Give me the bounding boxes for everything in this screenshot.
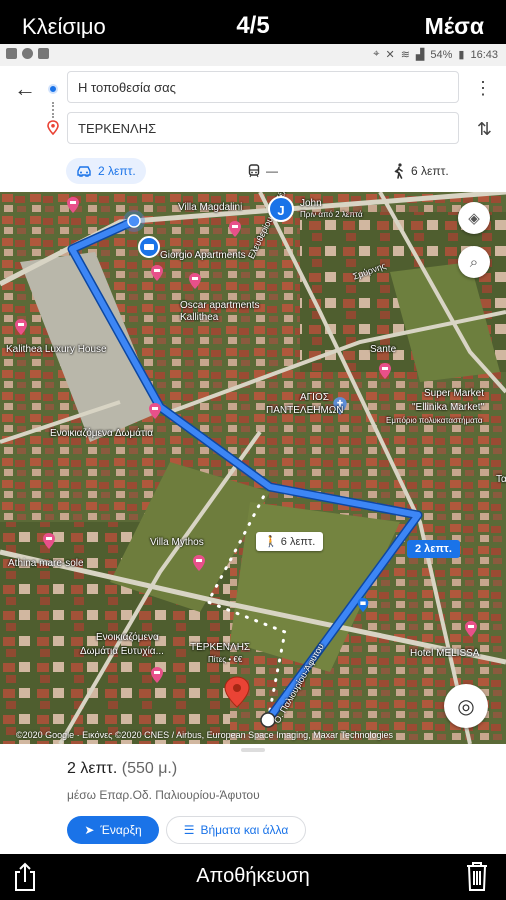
poi-oscar-icon[interactable]: [188, 272, 202, 290]
my-location-icon[interactable]: ◎: [444, 684, 488, 728]
travel-modes: 2 λεπτ. — 6 λεπτ.: [0, 154, 506, 188]
route-time-chip[interactable]: 2 λεπτ.: [407, 540, 460, 558]
status-bar: ⌖ ✕ ≋ ▟ 54% ▮ 16:43: [0, 44, 506, 66]
label-agios: ΑΓΙΟΣ: [300, 392, 329, 403]
mode-driving[interactable]: 2 λεπτ.: [66, 158, 146, 184]
label-kallithea: Kallithea: [180, 312, 219, 323]
signal-icon: ▟: [415, 49, 425, 61]
poi-shop-icon[interactable]: [356, 597, 370, 613]
poi-athina-icon[interactable]: [42, 532, 56, 550]
poi-hotel-melissa-icon[interactable]: [464, 620, 478, 638]
label-athina: Athina mare-sole: [8, 558, 84, 569]
save-button[interactable]: Αποθήκευση: [0, 865, 506, 888]
viewer-top-bar: Κλείσιμο 4/5 Μέσα: [0, 0, 506, 48]
user-time: Πριν από 2 λεπτά: [300, 210, 363, 219]
label-ellinika-market: "Ellinika Market": [412, 402, 485, 413]
label-rooms-eftychia-2: Δωμάτια Ευτυχία...: [80, 646, 164, 657]
mode-transit[interactable]: —: [238, 158, 288, 184]
route-time: 2 λεπτ.: [67, 760, 118, 777]
trash-icon[interactable]: [464, 860, 490, 892]
mode-transit-label: —: [266, 164, 278, 178]
label-hotel-melissa: Hotel MELISSA: [410, 648, 480, 659]
poi-hotel-icon[interactable]: [66, 196, 80, 214]
route-summary-sheet: 2 λεπτ. (550 μ.) μέσω Επαρ.Οδ. Παλιουρίο…: [0, 744, 506, 854]
screenshot-frame: ⌖ ✕ ≋ ▟ 54% ▮ 16:43 ← Η τοποθεσία σας ΤΕ…: [0, 44, 506, 854]
walk-chip-icon: 🚶: [264, 536, 278, 548]
mode-walking[interactable]: 6 λεπτ.: [383, 158, 459, 184]
shield-icon: [38, 48, 49, 59]
back-arrow-icon[interactable]: ←: [12, 76, 38, 102]
mute-icon: ✕: [385, 49, 395, 61]
label-villa-magdalini: Villa Magdalini: [178, 202, 243, 213]
swap-icon[interactable]: ⇅: [477, 119, 492, 140]
start-label: Έναρξη: [100, 823, 142, 837]
steps-button[interactable]: ☰ Βήματα και άλλα: [166, 816, 306, 844]
label-pites: Πίτες • €€: [208, 655, 243, 664]
more-options-icon[interactable]: ⋮: [474, 78, 492, 99]
mode-walking-label: 6 λεπτ.: [411, 164, 449, 178]
label-super-market: Super Market: [424, 388, 485, 399]
start-button[interactable]: ➤ Έναρξη: [67, 816, 159, 844]
label-rooms-eftychia-1: Ενοικιαζόμενα: [96, 632, 159, 643]
route-via: μέσω Επαρ.Οδ. Παλιουρίου-Άφυτου: [67, 788, 260, 802]
walk-icon: [394, 163, 403, 179]
search-icon[interactable]: ⌕: [458, 246, 490, 278]
close-button[interactable]: Κλείσιμο: [22, 14, 106, 40]
origin-dot-icon: [48, 84, 58, 94]
poi-sante-icon[interactable]: [378, 362, 392, 380]
battery-level: 54%: [430, 48, 453, 61]
label-emporio: Εμπόριο πολυκαταστήματα: [386, 416, 483, 425]
wifi-icon: ≋: [400, 49, 410, 61]
walk-chip-label: 6 λεπτ.: [280, 536, 316, 548]
clock: 16:43: [470, 48, 498, 61]
satellite-imagery: [0, 192, 506, 744]
sheet-handle[interactable]: [241, 748, 265, 752]
label-panteleimon: ΠΑΝΤΕΛΕΗΜΩΝ: [266, 405, 344, 416]
label-sante: Sante: [370, 344, 397, 355]
poi-rooms-eftychia-icon[interactable]: [150, 666, 164, 684]
poi-villa-mythos-icon[interactable]: [192, 554, 206, 572]
map-attribution: ©2020 Google · Εικόνες ©2020 CNES / Airb…: [16, 730, 394, 740]
label-terkenlis: ΤΕΡΚΕΝΛΗΣ: [190, 642, 251, 653]
gallery-icon: [6, 48, 17, 59]
poi-kalithea-luxury-icon[interactable]: [14, 318, 28, 336]
walk-time-chip[interactable]: 🚶 6 λεπτ.: [256, 532, 324, 551]
poi-villa-magdalini-icon[interactable]: [228, 220, 242, 238]
steps-label: Βήματα και άλλα: [200, 823, 289, 837]
navigation-arrow-icon: ➤: [84, 823, 95, 837]
chrome-icon: [22, 48, 33, 59]
list-icon: ☰: [183, 823, 195, 837]
poi-giorgio-icon[interactable]: [150, 264, 164, 282]
label-villa-mythos: Villa Mythos: [150, 537, 204, 548]
car-location-icon: [138, 236, 160, 258]
media-button[interactable]: Μέσα: [425, 13, 484, 40]
origin-input[interactable]: Η τοποθεσία σας: [67, 71, 459, 103]
label-kalithea-luxury: Kalithea Luxury House: [6, 344, 107, 355]
location-icon: ⌖: [373, 48, 380, 60]
directions-panel: ← Η τοποθεσία σας ΤΕΡΚΕΝΛΗΣ ⋮ ⇅ 2 λεπτ.: [0, 66, 506, 192]
destination-pin-icon: [47, 120, 59, 136]
user-avatar[interactable]: J: [268, 196, 294, 222]
layers-icon[interactable]: ◈: [458, 202, 490, 234]
transit-icon: [248, 164, 260, 178]
viewer-bottom-bar: Αποθήκευση: [0, 854, 506, 900]
route-connector: [52, 102, 54, 118]
label-rooms: Ενοικιαζόμενα Δωμάτια: [50, 428, 153, 439]
destination-input[interactable]: ΤΕΡΚΕΝΛΗΣ: [67, 112, 459, 144]
mode-driving-label: 2 λεπτ.: [98, 164, 136, 178]
label-oscar: Oscar apartments: [180, 300, 260, 311]
label-giorgio: Giorgio Apartments: [160, 250, 246, 261]
poi-rooms-icon[interactable]: [148, 402, 162, 420]
map-view[interactable]: Villa Magdalini Giorgio Apartments Oscar…: [0, 192, 506, 744]
notification-icons: [6, 48, 49, 59]
user-name: John: [300, 198, 322, 209]
label-ta: Τα: [496, 474, 506, 485]
route-distance: (550 μ.): [121, 760, 178, 777]
car-icon: [77, 166, 91, 177]
share-icon[interactable]: [12, 862, 38, 892]
battery-icon: ▮: [458, 49, 465, 61]
status-right: ⌖ ✕ ≋ ▟ 54% ▮ 16:43: [373, 48, 498, 61]
route-duration: 2 λεπτ. (550 μ.): [67, 760, 177, 778]
